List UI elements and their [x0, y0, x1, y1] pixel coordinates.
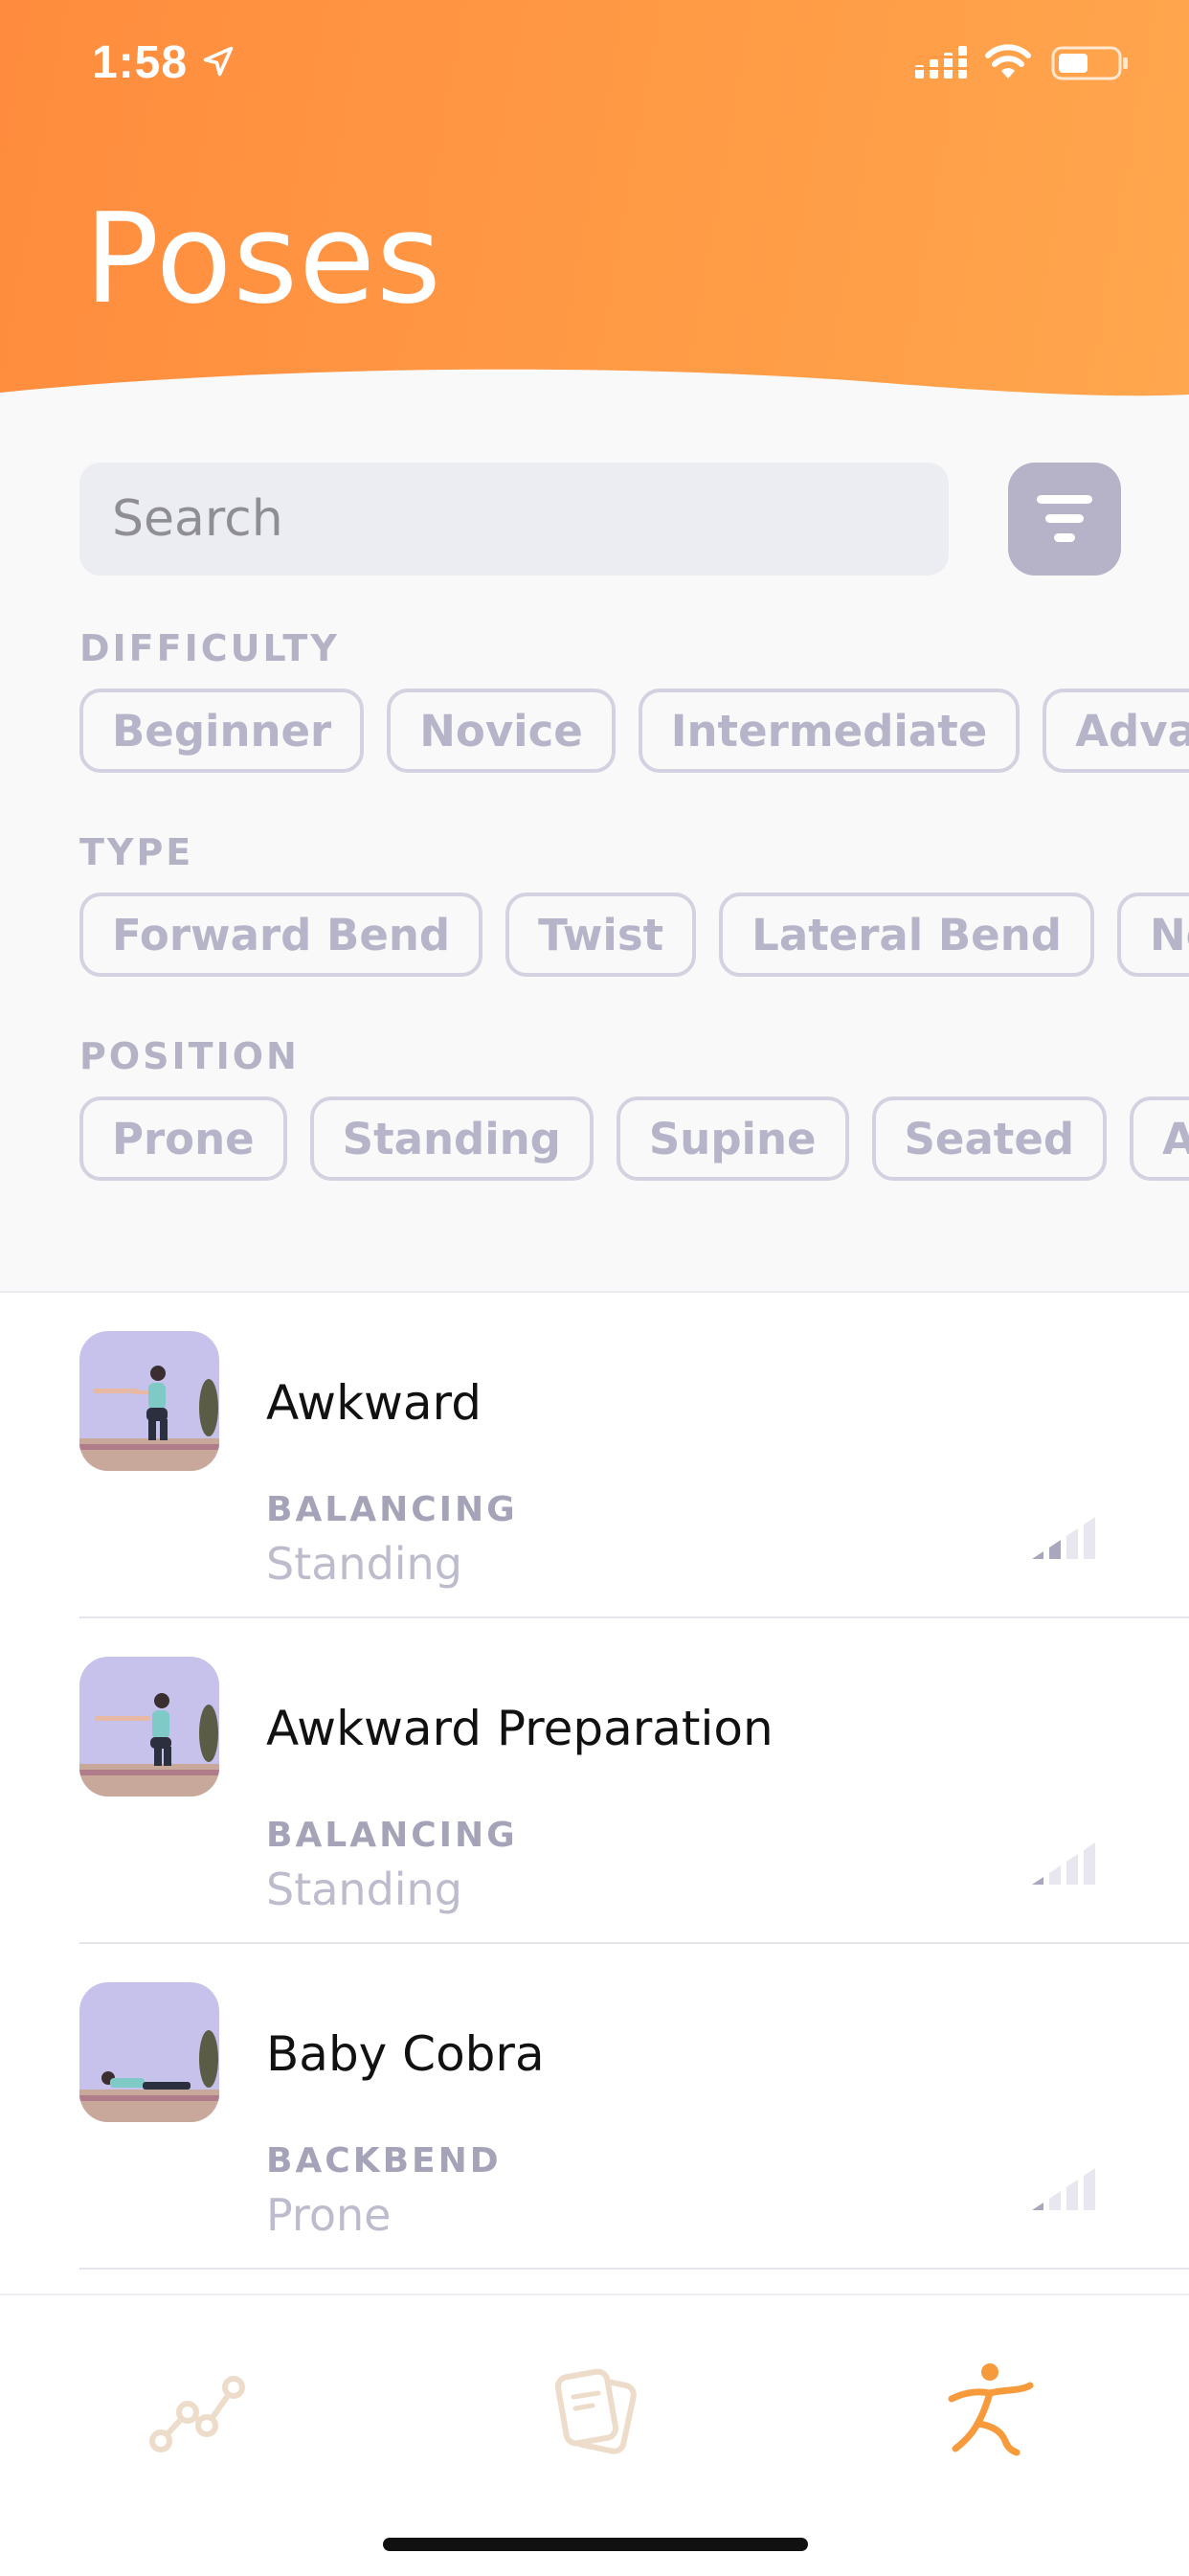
position-chips: Prone Standing Supine Seated Arm & Leg Suppo…: [79, 1096, 1189, 1185]
pose-thumbnail: [79, 1331, 219, 1471]
pose-row[interactable]: Awkward Preparation BALANCING Standing: [0, 1618, 1189, 1944]
yoga-pose-icon: [948, 2363, 1034, 2456]
pose-row[interactable]: Baby Cobra BACKBEND Prone: [0, 1944, 1189, 2270]
status-time: 1:58: [92, 37, 189, 88]
chip-arm-leg-support[interactable]: Arm & Leg Support: [1130, 1096, 1189, 1181]
pose-row[interactable]: Awkward BALANCING Standing: [0, 1293, 1189, 1618]
pose-thumbnail: [79, 1982, 219, 2122]
chip-prone[interactable]: Prone: [79, 1096, 287, 1181]
difficulty-label: DIFFICULTY: [79, 627, 340, 669]
pose-position: Standing: [266, 1538, 462, 1590]
type-label: TYPE: [79, 831, 194, 873]
search-input[interactable]: [79, 463, 949, 576]
pose-thumbnail: [79, 1657, 219, 1796]
type-chips: Forward Bend Twist Lateral Bend Neutral: [79, 893, 1189, 981]
chip-standing[interactable]: Standing: [309, 1096, 594, 1181]
tab-progress[interactable]: [140, 2353, 255, 2468]
status-bar: 1:58: [0, 0, 1189, 124]
filter-icon: [1037, 495, 1092, 542]
chip-seated[interactable]: Seated: [871, 1096, 1108, 1181]
row-divider: [79, 2268, 1189, 2270]
battery-icon: [1051, 46, 1128, 80]
pose-category: BALANCING: [266, 1490, 518, 1529]
pose-position: Standing: [266, 1864, 462, 1915]
chip-forward-bend[interactable]: Forward Bend: [79, 893, 483, 977]
difficulty-level-icon: [1032, 2168, 1095, 2210]
page-title: Poses: [84, 186, 442, 331]
chip-supine[interactable]: Supine: [616, 1096, 849, 1181]
difficulty-level-icon: [1032, 1842, 1095, 1885]
pose-name: Awkward Preparation: [266, 1701, 774, 1756]
pose-name: Awkward: [266, 1375, 482, 1431]
cards-icon: [554, 2368, 637, 2454]
chip-novice[interactable]: Novice: [387, 689, 616, 773]
home-indicator: [383, 2538, 808, 2551]
tab-cards[interactable]: [537, 2353, 652, 2468]
location-arrow-icon: [203, 46, 234, 77]
difficulty-level-icon: [1032, 1517, 1095, 1559]
chip-twist[interactable]: Twist: [505, 893, 697, 977]
pose-category: BALANCING: [266, 1816, 518, 1855]
tab-bar: [0, 2294, 1189, 2576]
chip-intermediate[interactable]: Intermediate: [638, 689, 1021, 773]
position-label: POSITION: [79, 1035, 300, 1077]
chip-beginner[interactable]: Beginner: [79, 689, 365, 773]
pose-position: Prone: [266, 2189, 392, 2241]
pose-name: Baby Cobra: [266, 2026, 545, 2082]
filter-button[interactable]: [1008, 463, 1121, 576]
chip-advanced[interactable]: Advanced: [1043, 689, 1189, 773]
cellular-signal-icon: [915, 46, 969, 79]
progress-chart-icon: [149, 2376, 245, 2452]
header-wave: [0, 369, 1189, 421]
chip-lateral-bend[interactable]: Lateral Bend: [719, 893, 1094, 977]
chip-neutral[interactable]: Neutral: [1116, 893, 1189, 977]
wifi-icon: [985, 44, 1031, 79]
pose-category: BACKBEND: [266, 2141, 502, 2181]
difficulty-chips: Beginner Novice Intermediate Advanced: [79, 689, 1189, 777]
tab-poses[interactable]: [934, 2353, 1049, 2468]
